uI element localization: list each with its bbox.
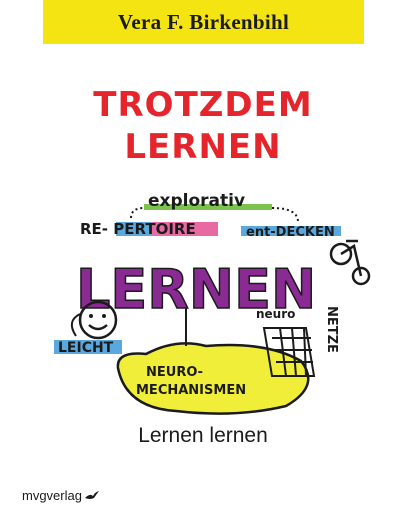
neuro-label: neuro [256,307,295,321]
publisher-name: mvgverlag [22,488,82,503]
repertoire-label: RE- PERTOIRE [80,220,196,238]
publisher-logo: mvgverlag [22,488,99,503]
explorativ-label: explorativ [148,191,245,211]
author-bar: Vera F. Birkenbihl [43,0,364,44]
entdecken-label: ent-DECKEN [246,225,335,240]
netze-label: NETZE [324,306,339,353]
neuro-mechanismen-line1: NEURO- [146,365,203,380]
neuro-mechanismen-line2: MECHANISMEN [136,383,246,398]
title-line-1: TROTZDEM [93,85,313,125]
bicycle-icon [329,239,371,286]
subtitle: Lernen lernen [138,424,268,447]
cover-illustration: explorativ RE- PERTOIRE ent-DECKEN LERNE… [54,191,371,415]
bird-icon [84,490,99,499]
title-line-2: LERNEN [124,127,282,167]
author-name: Vera F. Birkenbihl [117,9,290,34]
leicht-label: LEICHT [58,340,114,356]
